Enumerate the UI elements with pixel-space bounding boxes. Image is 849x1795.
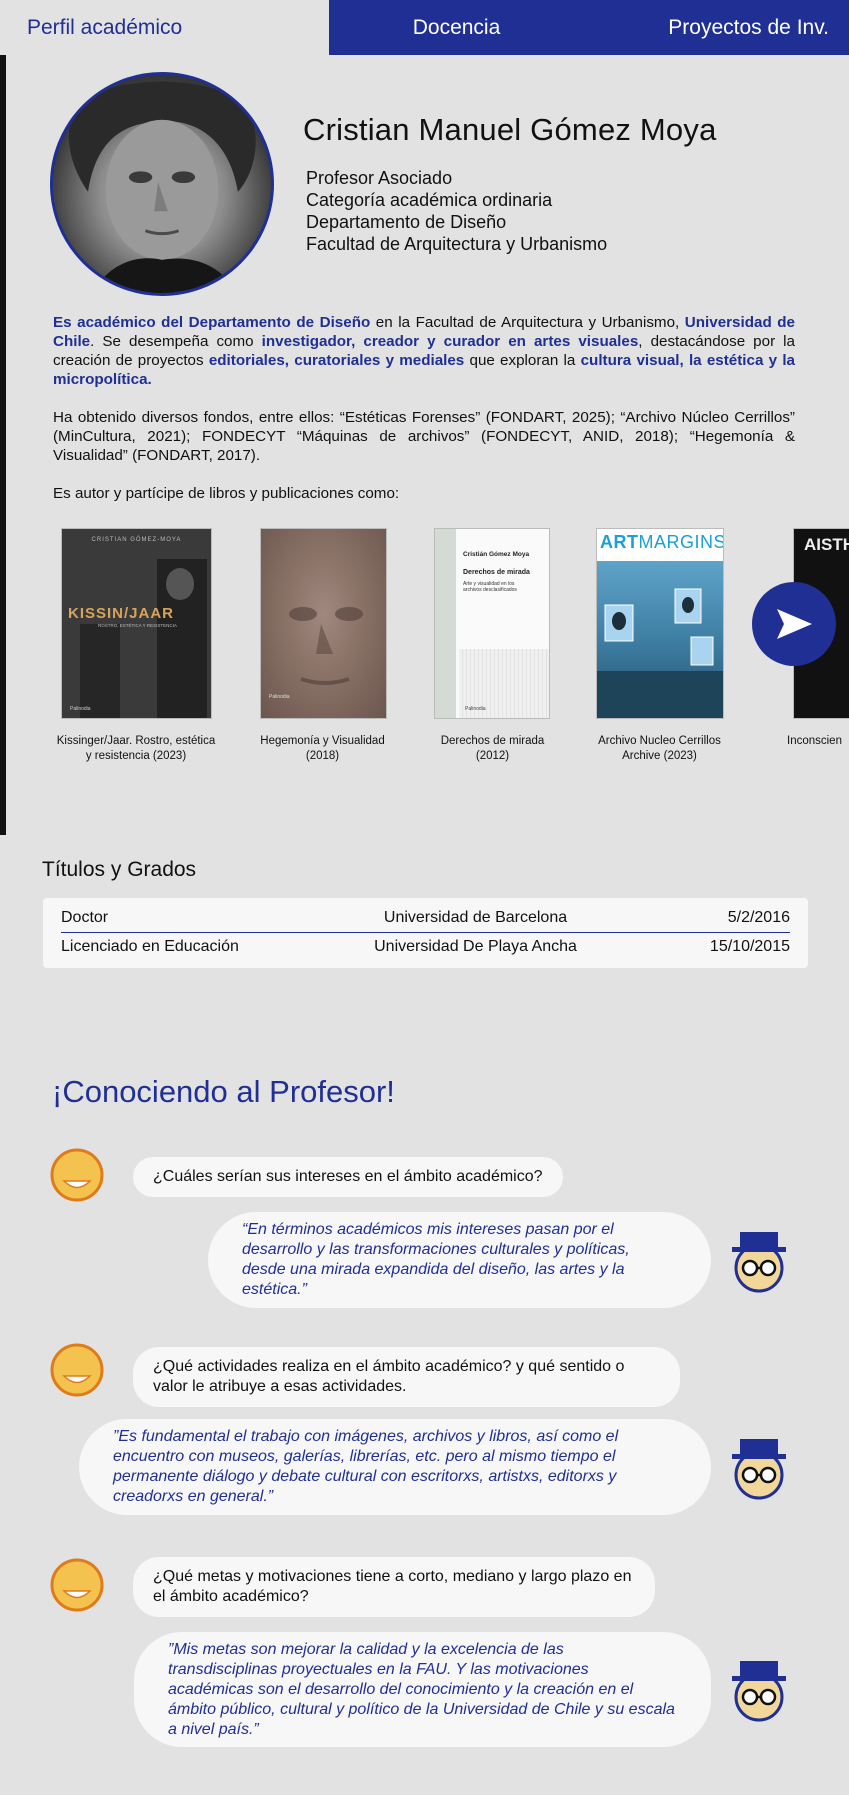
professor-avatar-icon (728, 1657, 790, 1723)
book-title: Derechos de mirada (2012) (440, 735, 545, 762)
degree-institution: Universidad De Playa Ancha (374, 937, 577, 955)
cover-publisher: Palinodia (70, 706, 91, 712)
student-face-icon (50, 1558, 104, 1612)
bio-text: en la Facultad de Arquitectura y Urbanis… (370, 314, 685, 331)
table-row: Licenciado en Educación Universidad De P… (61, 932, 790, 960)
book-cover[interactable]: ARTMARGINS (596, 528, 724, 719)
arrow-right-icon (777, 609, 812, 639)
book-title: Kissinger/Jaar. Rostro, estética y resis… (56, 735, 216, 762)
degree-institution: Universidad de Barcelona (383, 909, 568, 926)
cover-photo (597, 561, 723, 718)
profile-photo (50, 72, 274, 296)
role-line: Departamento de Diseño (306, 212, 507, 232)
book-cover[interactable]: Palinodia (260, 528, 387, 719)
bio-highlight: editoriales, curatoriales y mediales (208, 352, 465, 369)
bio-paragraph-2: Ha obtenido diversos fondos, entre ellos… (53, 409, 795, 464)
tab-perfil-academico[interactable]: Perfil académico (0, 0, 329, 55)
degree-name: Doctor (61, 909, 109, 926)
degrees-table: Doctor Universidad de Barcelona 5/2/2016… (43, 898, 808, 968)
cover-publisher: Palinodia (465, 706, 486, 712)
conversation-title: ¡Conociendo al Profesor! (52, 1074, 395, 1109)
bio-paragraph-1: Es académico del Departamento de Diseño … (53, 313, 795, 389)
tab-docencia[interactable]: Docencia (329, 0, 584, 55)
books-carousel: CRISTIAN GÓMEZ-MOYA KISSIN/JAAR ROSTRO, … (0, 528, 849, 773)
cover-subtitle: ROSTRO, ESTÉTICA Y RESISTENCIA (98, 623, 177, 628)
bio-highlight: Es académico del Departamento de Diseño (53, 314, 371, 331)
role-line: Categoría académica ordinaria (306, 190, 553, 210)
bio-paragraph-3: Es autor y partícipe de libros y publica… (53, 485, 400, 502)
degree-name: Licenciado en Educación (61, 937, 239, 955)
cover-spine-band (435, 529, 456, 718)
professor-avatar-icon (728, 1435, 790, 1501)
tab-proyectos[interactable]: Proyectos de Inv. (584, 0, 849, 55)
cover-logo: ARTMARGINS (600, 532, 724, 552)
cover-publisher: Palinodia (269, 694, 290, 700)
degree-date: 5/2/2016 (727, 909, 790, 926)
professor-avatar-icon (728, 1228, 790, 1294)
cover-title: AISTH (804, 535, 849, 554)
tab-bar: Perfil académico Docencia Proyectos de I… (0, 0, 849, 55)
answer-bubble: “En términos académicos mis intereses pa… (208, 1212, 711, 1308)
answer-bubble: ”Es fundamental el trabajo con imágenes,… (79, 1419, 711, 1515)
carousel-next-button[interactable] (752, 582, 836, 666)
cover-title: Derechos de mirada (463, 569, 530, 576)
bio-highlight: investigador, creador y curador en artes… (261, 333, 639, 350)
student-face-icon (50, 1148, 104, 1202)
bio-text: que exploran la (464, 352, 581, 369)
book-title: Inconscien (787, 735, 842, 747)
book-title: Hegemonía y Visualidad (2018) (260, 735, 385, 762)
book-title: Archivo Nucleo Cerrillos Archive (2023) (598, 735, 721, 762)
cover-subtitle: Arte y visualidad en los archivos descla… (463, 581, 517, 593)
bio-text: . Se desempeña como (90, 333, 262, 350)
role-line: Facultad de Arquitectura y Urbanismo (306, 234, 608, 254)
table-row: Doctor Universidad de Barcelona 5/2/2016 (61, 904, 790, 932)
cover-author: Cristián Gómez Moya (463, 551, 530, 558)
degree-date: 15/10/2015 (709, 937, 790, 955)
role-line: Profesor Asociado (306, 168, 453, 188)
cover-title: KISSIN/JAAR (68, 605, 175, 622)
question-bubble: ¿Qué actividades realiza en el ámbito ac… (133, 1347, 680, 1407)
cover-author: CRISTIAN GÓMEZ-MOYA (91, 537, 182, 543)
bio: Es académico del Departamento de Diseño … (53, 313, 795, 522)
professor-roles: Profesor Asociado Categoría académica or… (306, 167, 607, 255)
book-cover[interactable]: CRISTIAN GÓMEZ-MOYA KISSIN/JAAR ROSTRO, … (61, 528, 212, 719)
degrees-title: Títulos y Grados (42, 858, 197, 881)
question-bubble: ¿Cuáles serían sus intereses en el ámbit… (133, 1157, 563, 1197)
book-cover[interactable]: Cristián Gómez Moya Derechos de mirada A… (434, 528, 550, 719)
question-bubble: ¿Qué metas y motivaciones tiene a corto,… (133, 1557, 655, 1617)
student-face-icon (50, 1343, 104, 1397)
answer-bubble: ”Mis metas son mejorar la calidad y la e… (134, 1632, 711, 1747)
professor-name: Cristian Manuel Gómez Moya (303, 112, 717, 147)
